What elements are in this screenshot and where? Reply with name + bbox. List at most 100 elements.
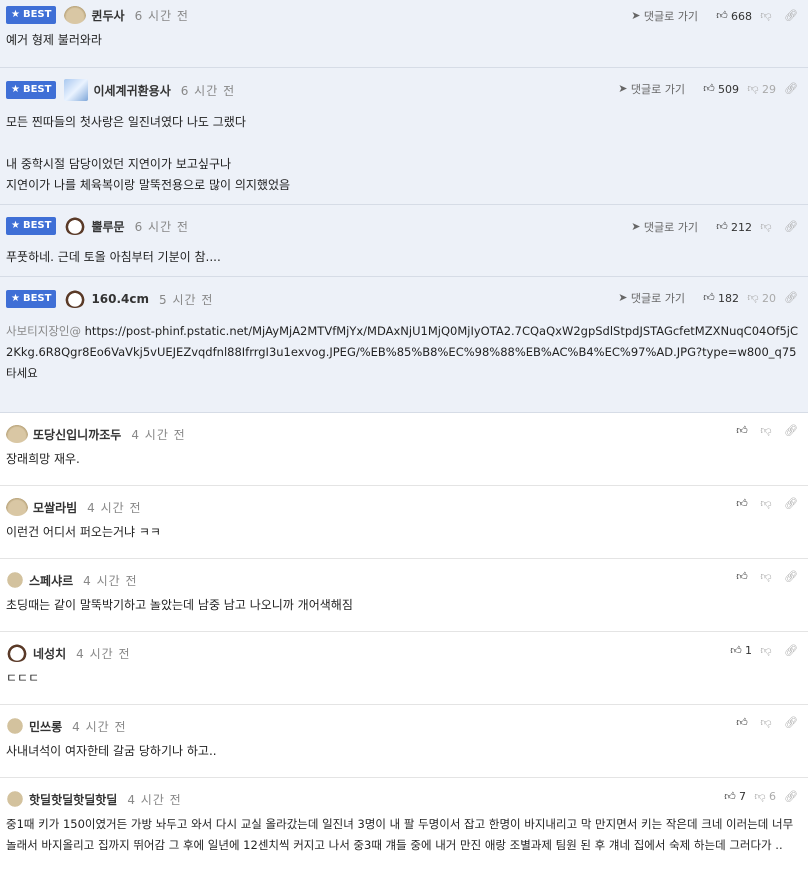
goto-comment-link[interactable]: ➤ 댓글로 가기 (617, 290, 685, 306)
downvote-button[interactable]: 👎︎ 6 (754, 790, 776, 803)
thumb-down-icon: 👎︎ (747, 82, 759, 95)
best-comment: ★ BEST 뿔루문 6 시간 전 ➤ 댓글로 가기 👍︎ 212 👎︎ 🔗︎ 푸풋하… (0, 205, 808, 277)
thumb-up-icon: 👍︎ (724, 789, 736, 803)
thumb-up-icon: 👍︎ (736, 716, 748, 729)
comment: 네성치 4 시간 전 👍︎ 1 👎︎ 🔗︎ ㄷㄷㄷ (0, 632, 808, 705)
nickname[interactable]: 뿔루문 (91, 218, 124, 235)
comment-text: ㄷㄷㄷ (6, 671, 40, 685)
star-icon: ★ (11, 9, 20, 20)
nickname[interactable]: 이세계귀환용사 (93, 82, 170, 99)
avatar[interactable] (64, 79, 89, 101)
downvote-button[interactable]: 👎︎ 20 (747, 292, 776, 305)
downvote-button[interactable]: 👎︎ (760, 717, 776, 729)
upvote-button[interactable]: 👍︎ 509 (703, 83, 739, 96)
share-link-button[interactable]: 🔗︎ (784, 10, 800, 22)
thumb-down-icon: 👎︎ (760, 424, 772, 437)
comment-text: 이런건 어디서 퍼오는거냐 ㅋㅋ (6, 525, 161, 539)
goto-comment-link[interactable]: ➤ 댓글로 가기 (630, 219, 698, 235)
avatar[interactable] (6, 790, 24, 808)
link-icon: 🔗︎ (784, 82, 798, 95)
thumb-down-icon: 👎︎ (760, 9, 772, 22)
upvote-button[interactable]: 👍︎ (736, 498, 752, 510)
timestamp: 6 시간 전 (134, 219, 189, 234)
link-icon: 🔗︎ (784, 220, 798, 233)
link-icon: 🔗︎ (784, 643, 798, 657)
share-link-button[interactable]: 🔗︎ (784, 789, 800, 803)
timestamp: 4 시간 전 (76, 646, 131, 661)
downvote-button[interactable]: 👎︎ 29 (747, 83, 776, 96)
upvote-button[interactable]: 👍︎ (736, 425, 752, 437)
avatar[interactable] (64, 290, 87, 308)
link-icon: 🔗︎ (784, 789, 798, 803)
goto-comment-link[interactable]: ➤ 댓글로 가기 (617, 81, 685, 97)
downvote-button[interactable]: 👎︎ (760, 644, 776, 657)
avatar[interactable] (64, 6, 87, 24)
downvote-button[interactable]: 👎︎ (760, 221, 776, 233)
nickname[interactable]: 퀸두사 (91, 7, 124, 24)
avatar[interactable] (6, 498, 28, 516)
share-link-button[interactable]: 🔗︎ (784, 498, 800, 510)
send-icon: ➤ (618, 291, 628, 304)
image-url-link[interactable]: https://post-phinf.pstatic.net/MjAyMjA2M… (6, 324, 798, 359)
link-icon: 🔗︎ (784, 716, 798, 729)
nickname[interactable]: 민쓰롱 (29, 718, 62, 735)
thumb-up-icon: 👍︎ (736, 497, 748, 510)
link-icon: 🔗︎ (784, 497, 798, 510)
share-link-button[interactable]: 🔗︎ (784, 221, 800, 233)
share-link-button[interactable]: 🔗︎ (784, 425, 800, 437)
avatar[interactable] (64, 217, 87, 235)
thumb-down-icon: 👎︎ (760, 716, 772, 729)
avatar[interactable] (6, 717, 24, 735)
comment: 민쓰롱 4 시간 전 👍︎ 👎︎ 🔗︎ 사내녀석이 여자한테 갈굼 당하기나 하… (0, 705, 808, 778)
comment-text: 사내녀석이 여자한테 갈굼 당하기나 하고.. (6, 744, 217, 758)
downvote-button[interactable]: 👎︎ (760, 425, 776, 437)
share-link-button[interactable]: 🔗︎ (784, 643, 800, 657)
link-icon: 🔗︎ (784, 570, 798, 583)
upvote-button[interactable]: 👍︎ 7 (724, 790, 746, 803)
thumb-down-icon: 👎︎ (747, 291, 759, 304)
comment-text: 초딩때는 같이 말뚝박기하고 놀았는데 남중 남고 나오니까 개어색해짐 (6, 598, 353, 612)
share-link-button[interactable]: 🔗︎ (784, 292, 800, 304)
nickname[interactable]: 160.4cm (91, 292, 149, 306)
comment-text: 푸풋하네. 근데 토올 아침부터 기분이 참.... (6, 250, 221, 264)
nickname[interactable]: 스페샤르 (29, 572, 73, 589)
upvote-button[interactable]: 👍︎ (736, 571, 752, 583)
comment-text: 모든 찐따들의 첫사랑은 일진녀였다 나도 그랬다 내 중학시절 담당이었던 지… (6, 115, 291, 192)
comment: 또당신입니까조두 4 시간 전 👍︎ 👎︎ 🔗︎ 장래희망 재우. (0, 413, 808, 486)
downvote-button[interactable]: 👎︎ (760, 10, 776, 22)
goto-comment-link[interactable]: ➤ 댓글로 가기 (630, 8, 698, 24)
upvote-button[interactable]: 👍︎ 212 (716, 221, 752, 234)
downvote-button[interactable]: 👎︎ (760, 498, 776, 510)
upvote-button[interactable]: 👍︎ 668 (716, 10, 752, 23)
thumb-up-icon: 👍︎ (736, 570, 748, 583)
avatar[interactable] (6, 644, 28, 662)
thumb-up-icon: 👍︎ (716, 9, 728, 22)
thumb-down-icon: 👎︎ (754, 789, 766, 803)
mention[interactable]: 사보티지장인@ (6, 324, 81, 338)
downvote-button[interactable]: 👎︎ (760, 571, 776, 583)
share-link-button[interactable]: 🔗︎ (784, 571, 800, 583)
share-link-button[interactable]: 🔗︎ (784, 83, 800, 95)
upvote-button[interactable]: 👍︎ 1 (730, 644, 752, 657)
upvote-button[interactable]: 👍︎ 182 (703, 292, 739, 305)
nickname[interactable]: 네성치 (33, 645, 66, 662)
nickname[interactable]: 핫딜핫딜핫딜핫딜 (29, 791, 117, 808)
upvote-button[interactable]: 👍︎ (736, 717, 752, 729)
comment: 핫딜핫딜핫딜핫딜 4 시간 전 👍︎ 7 👎︎ 6 🔗︎ 중1때 키가 150이였거… (0, 778, 808, 890)
share-link-button[interactable]: 🔗︎ (784, 717, 800, 729)
comment: 모쌀라빔 4 시간 전 👍︎ 👎︎ 🔗︎ 이런건 어디서 퍼오는거냐 ㅋㅋ (0, 486, 808, 559)
nickname[interactable]: 모쌀라빔 (33, 499, 77, 516)
timestamp: 6 시간 전 (180, 83, 236, 98)
nickname[interactable]: 또당신입니까조두 (33, 426, 121, 443)
link-icon: 🔗︎ (784, 424, 798, 437)
link-icon: 🔗︎ (784, 9, 798, 22)
send-icon: ➤ (631, 220, 641, 233)
best-comment: ★ BEST 이세계귀환용사 6 시간 전 ➤ 댓글로 가기 👍︎ 509 👎︎ 29 … (0, 68, 808, 205)
comment-text: 사보티지장인@ https://post-phinf.pstatic.net/M… (6, 324, 798, 380)
avatar[interactable] (6, 425, 28, 443)
star-icon: ★ (11, 293, 20, 304)
avatar[interactable] (6, 571, 24, 589)
timestamp: 4 시간 전 (131, 427, 186, 442)
timestamp: 4 시간 전 (72, 719, 127, 734)
best-badge: ★ BEST (6, 217, 57, 235)
